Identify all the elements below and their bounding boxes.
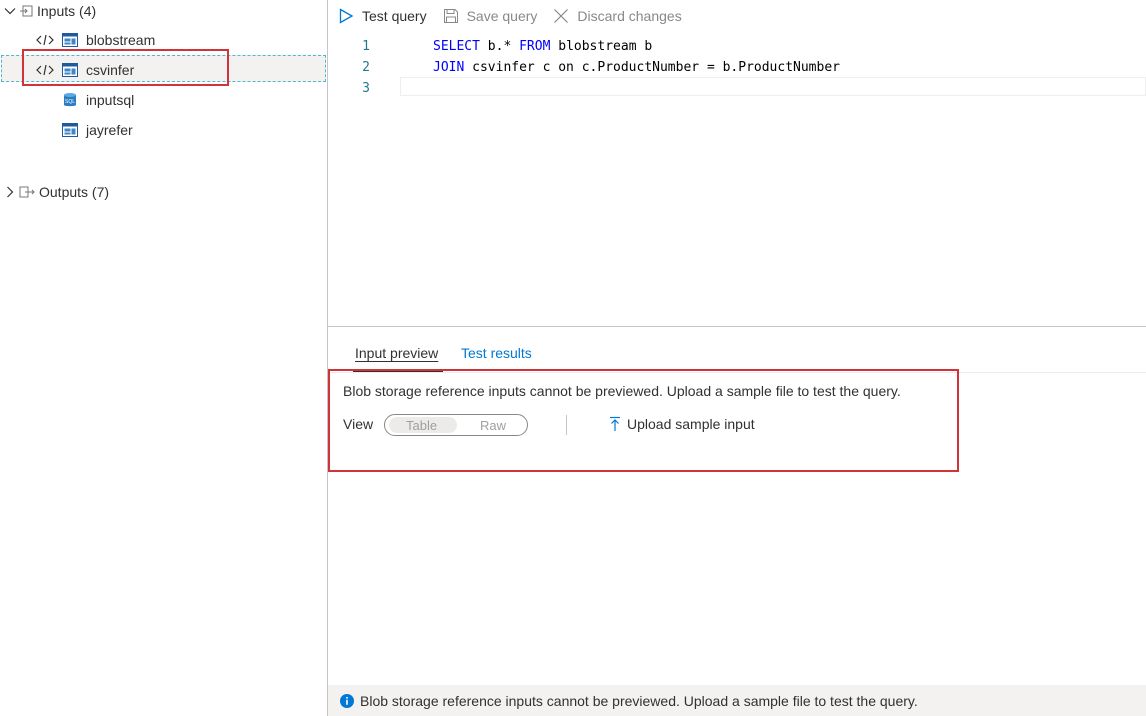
query-editor-page: Inputs (4) blobstream csvinfer SQL input… xyxy=(0,0,1146,716)
tree-item-inputsql[interactable]: SQL inputsql xyxy=(62,89,134,111)
tab-input-preview[interactable]: Input preview xyxy=(355,345,438,361)
inputs-group-label: Inputs (4) xyxy=(37,3,97,19)
code-fragment: blobstream b xyxy=(550,39,653,54)
code-icon[interactable] xyxy=(36,33,54,47)
code-text: SELECT b.* FROM blobstream b xyxy=(433,39,652,54)
save-query-label: Save query xyxy=(466,8,538,24)
discard-changes-button[interactable]: Discard changes xyxy=(545,0,689,32)
info-icon xyxy=(340,693,354,708)
query-editor[interactable]: 1 SELECT b.* FROM blobstream b 2 JOIN cs… xyxy=(328,32,1146,327)
code-text: JOIN csvinfer c on c.ProductNumber = b.P… xyxy=(433,60,840,75)
tab-test-results[interactable]: Test results xyxy=(461,345,532,361)
test-query-button[interactable]: Test query xyxy=(328,0,435,32)
svg-text:SQL: SQL xyxy=(65,99,75,105)
close-icon xyxy=(553,8,569,24)
reference-input-icon xyxy=(62,123,78,137)
tree-item-label: blobstream xyxy=(86,32,156,48)
csvinfer-highlight-box xyxy=(22,49,229,86)
save-icon xyxy=(443,8,459,24)
line-number: 2 xyxy=(362,60,370,75)
inputs-group-header[interactable]: Inputs (4) xyxy=(3,0,96,22)
preview-highlight-box xyxy=(328,369,959,472)
output-group-icon xyxy=(19,185,35,199)
preview-tabs: Input preview Test results xyxy=(328,337,1146,373)
discard-changes-label: Discard changes xyxy=(577,8,682,24)
code-fragment: b.* xyxy=(479,39,520,54)
query-toolbar: Test query Save query Discard changes xyxy=(328,0,1146,32)
test-query-label: Test query xyxy=(362,8,427,24)
outputs-group-header[interactable]: Outputs (7) xyxy=(3,181,109,203)
outputs-group-label: Outputs (7) xyxy=(39,184,110,200)
tree-item-jayrefer[interactable]: jayrefer xyxy=(62,119,133,141)
save-query-button[interactable]: Save query xyxy=(435,0,546,32)
keyword: FROM xyxy=(519,39,551,54)
tree-item-blobstream[interactable]: blobstream xyxy=(36,29,155,51)
keyword: JOIN xyxy=(433,60,465,75)
play-icon xyxy=(338,8,354,24)
keyword: SELECT xyxy=(433,39,480,54)
line-number: 1 xyxy=(362,39,370,54)
chevron-right-icon[interactable] xyxy=(3,185,17,199)
line-number: 3 xyxy=(362,81,370,96)
tree-item-label: jayrefer xyxy=(86,122,133,138)
tree-item-label: inputsql xyxy=(86,92,135,108)
sql-database-icon: SQL xyxy=(62,92,78,108)
code-line[interactable]: 2 JOIN csvinfer c on c.ProductNumber = b… xyxy=(328,57,1146,78)
code-fragment: csvinfer c on c.ProductNumber = b.Produc… xyxy=(464,60,840,75)
status-message: Blob storage reference inputs cannot be … xyxy=(360,692,918,709)
inputs-outputs-tree: Inputs (4) blobstream csvinfer SQL input… xyxy=(0,0,328,716)
stream-input-icon xyxy=(62,33,78,47)
input-group-icon xyxy=(19,4,33,18)
chevron-down-icon[interactable] xyxy=(3,4,17,18)
code-line[interactable]: 3 xyxy=(328,78,1146,99)
code-line[interactable]: 1 SELECT b.* FROM blobstream b xyxy=(328,36,1146,57)
status-bar: Blob storage reference inputs cannot be … xyxy=(328,685,1146,716)
